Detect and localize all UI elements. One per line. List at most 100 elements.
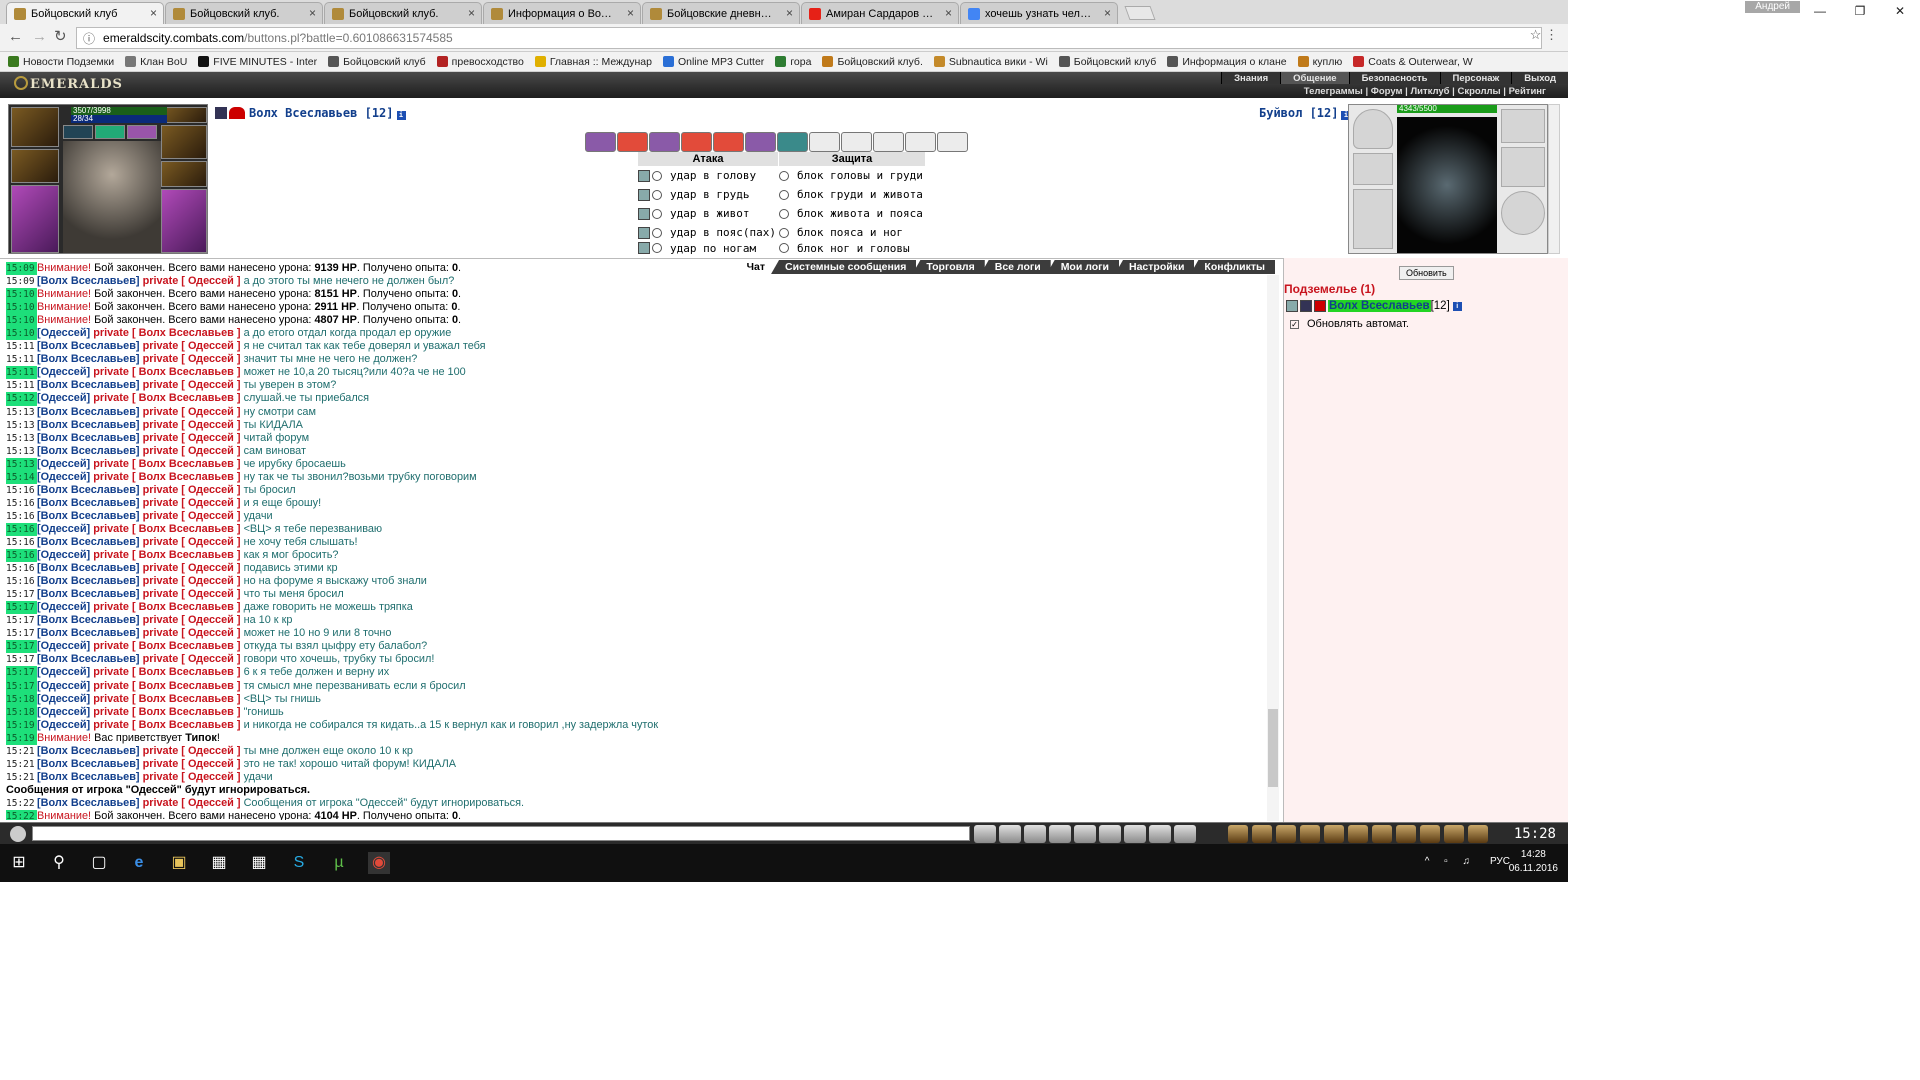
defense-option[interactable]: блок головы и груди xyxy=(779,166,925,185)
calculator-icon[interactable]: ▦ xyxy=(248,852,270,874)
helmet-slot[interactable] xyxy=(11,107,59,147)
sender-name[interactable]: Волх Всеславьев xyxy=(41,771,136,783)
recipient-name[interactable]: Одессей xyxy=(188,614,234,626)
eraser-icon[interactable] xyxy=(999,825,1021,843)
tab-close-icon[interactable]: × xyxy=(786,6,793,20)
armor-slot[interactable] xyxy=(11,149,59,183)
user-info-icon[interactable]: i xyxy=(1452,301,1462,311)
attack-option[interactable]: удар в живот xyxy=(638,204,778,223)
bookmark-item[interactable]: Главная :: Междунар xyxy=(534,56,652,68)
effect-icon[interactable] xyxy=(617,132,648,152)
bookmark-item[interactable]: Бойцовский клуб xyxy=(1058,56,1156,68)
url-field[interactable]: ⓘ emeraldscity.combats.com/buttons.pl?ba… xyxy=(76,27,1542,49)
recipient-name[interactable]: Волх Всеславьев xyxy=(139,706,234,718)
attack-option[interactable]: удар по ногам xyxy=(638,242,778,254)
defense-option[interactable]: блок ног и головы xyxy=(779,242,925,254)
effect-icon[interactable] xyxy=(745,132,776,152)
recipient-name[interactable]: Волх Всеславьев xyxy=(139,640,234,652)
recipient-name[interactable]: Одессей xyxy=(188,797,234,809)
recipient-name[interactable]: Одессей xyxy=(188,562,234,574)
tab-close-icon[interactable]: × xyxy=(627,6,634,20)
skype-icon[interactable]: S xyxy=(288,852,310,874)
sender-name[interactable]: Волх Всеславьев xyxy=(41,275,136,287)
chat-tab[interactable]: Все логи xyxy=(980,260,1051,274)
defense-radio[interactable] xyxy=(779,189,789,200)
recipient-name[interactable]: Одессей xyxy=(188,588,234,600)
sender-name[interactable]: Волх Всеславьев xyxy=(41,432,136,444)
bookmark-item[interactable]: Бойцовский клуб xyxy=(328,56,426,68)
sender-name[interactable]: Волх Всеславьев xyxy=(41,484,136,496)
recipient-name[interactable]: Одессей xyxy=(188,484,234,496)
recipient-name[interactable]: Одессей xyxy=(188,497,234,509)
maximize-icon[interactable]: ❐ xyxy=(1840,0,1880,22)
opponent-gloves-slot[interactable] xyxy=(1501,147,1545,187)
bookmark-item[interactable]: Coats & Outerwear, W xyxy=(1353,56,1473,68)
sender-name[interactable]: Волх Всеславьев xyxy=(41,758,136,770)
browser-profile-name[interactable]: Андрей xyxy=(1745,1,1800,13)
chat-tab[interactable]: Мои логи xyxy=(1046,260,1119,274)
defense-option[interactable]: блок груди и живота xyxy=(779,185,925,204)
opponent-armor-slot[interactable] xyxy=(1353,153,1393,185)
refresh-button[interactable]: Обновить xyxy=(1399,266,1454,280)
sender-name[interactable]: Одессей xyxy=(41,392,87,404)
recipient-name[interactable]: Одессей xyxy=(188,419,234,431)
forward-icon[interactable]: → xyxy=(32,29,47,45)
game-menu-item[interactable]: Персонаж xyxy=(1439,72,1512,84)
weapon-left-slot[interactable] xyxy=(11,185,59,253)
recipient-name[interactable]: Волх Всеславьев xyxy=(139,666,234,678)
smile-icon[interactable] xyxy=(1149,825,1171,843)
chat-tab[interactable]: Торговля xyxy=(912,260,985,274)
tray-icons[interactable]: ^ ▫ ♫ xyxy=(1425,856,1476,867)
language-indicator[interactable]: РУС xyxy=(1490,856,1510,867)
sender-name[interactable]: Одессей xyxy=(41,640,87,652)
attack-radio[interactable] xyxy=(652,227,662,238)
action-icon[interactable] xyxy=(1300,825,1320,843)
sender-name[interactable]: Одессей xyxy=(41,523,87,535)
action-icon[interactable] xyxy=(1396,825,1416,843)
game-sub-menu[interactable]: Телеграммы | Форум | Литклуб | Скроллы |… xyxy=(1304,86,1546,97)
recipient-name[interactable]: Волх Всеславьев xyxy=(139,549,234,561)
attack-option[interactable]: удар в грудь xyxy=(638,185,778,204)
aggression-icon[interactable] xyxy=(1099,825,1121,843)
sender-name[interactable]: Волх Всеславьев xyxy=(41,510,136,522)
utorrent-icon[interactable]: µ xyxy=(328,852,350,874)
sender-name[interactable]: Волх Всеславьев xyxy=(41,745,136,757)
auto-refresh-checkbox[interactable]: ✓ xyxy=(1290,319,1299,329)
bookmark-star-icon[interactable]: ☆ ⋮ xyxy=(1530,27,1558,43)
tab-close-icon[interactable]: × xyxy=(150,6,157,20)
browser-tab[interactable]: Бойцовский клуб. × xyxy=(165,2,323,24)
game-menu-item[interactable]: Общение xyxy=(1280,72,1349,84)
effect-icon[interactable] xyxy=(713,132,744,152)
battle-scrollbar[interactable] xyxy=(1548,104,1560,254)
bookmark-item[interactable]: куплю xyxy=(1297,56,1342,68)
chat-tab[interactable]: Конфликты xyxy=(1190,260,1275,274)
sender-name[interactable]: Волх Всеславьев xyxy=(41,340,136,352)
attack-option[interactable]: удар в пояс(пах) xyxy=(638,223,778,242)
reload-icon[interactable]: ↻ xyxy=(54,29,67,45)
chat-input[interactable] xyxy=(32,826,970,841)
close-icon[interactable]: ✕ xyxy=(1880,0,1920,22)
sender-name[interactable]: Одессей xyxy=(41,693,87,705)
sender-name[interactable]: Волх Всеславьев xyxy=(41,562,136,574)
earring-slot[interactable] xyxy=(95,125,125,139)
player-info-icon[interactable]: i xyxy=(396,111,406,120)
opponent-amulet-slot[interactable] xyxy=(1501,109,1545,143)
action-icon[interactable] xyxy=(1228,825,1248,843)
effect-icon[interactable] xyxy=(681,132,712,152)
bookmark-item[interactable]: гора xyxy=(775,56,811,68)
recipient-name[interactable]: Волх Всеславьев xyxy=(139,366,234,378)
save-icon[interactable] xyxy=(1049,825,1071,843)
game-menu-item[interactable]: Безопасность xyxy=(1348,72,1440,84)
sender-name[interactable]: Одессей xyxy=(41,666,87,678)
chat-scroll-thumb[interactable] xyxy=(1268,709,1278,787)
sender-name[interactable]: Волх Всеславьев xyxy=(41,653,136,665)
sender-name[interactable]: Одессей xyxy=(41,549,87,561)
edge-icon[interactable]: e xyxy=(128,852,150,874)
opponent-shield-slot[interactable] xyxy=(1501,191,1545,235)
recipient-name[interactable]: Одессей xyxy=(188,575,234,587)
browser-tab[interactable]: Бойцовские дневники - × xyxy=(642,2,800,24)
browser-tab[interactable]: Бойцовский клуб. × xyxy=(324,2,482,24)
recipient-name[interactable]: Одессей xyxy=(188,432,234,444)
defense-option[interactable]: блок живота и пояса xyxy=(779,204,925,223)
sender-name[interactable]: Одессей xyxy=(41,680,87,692)
